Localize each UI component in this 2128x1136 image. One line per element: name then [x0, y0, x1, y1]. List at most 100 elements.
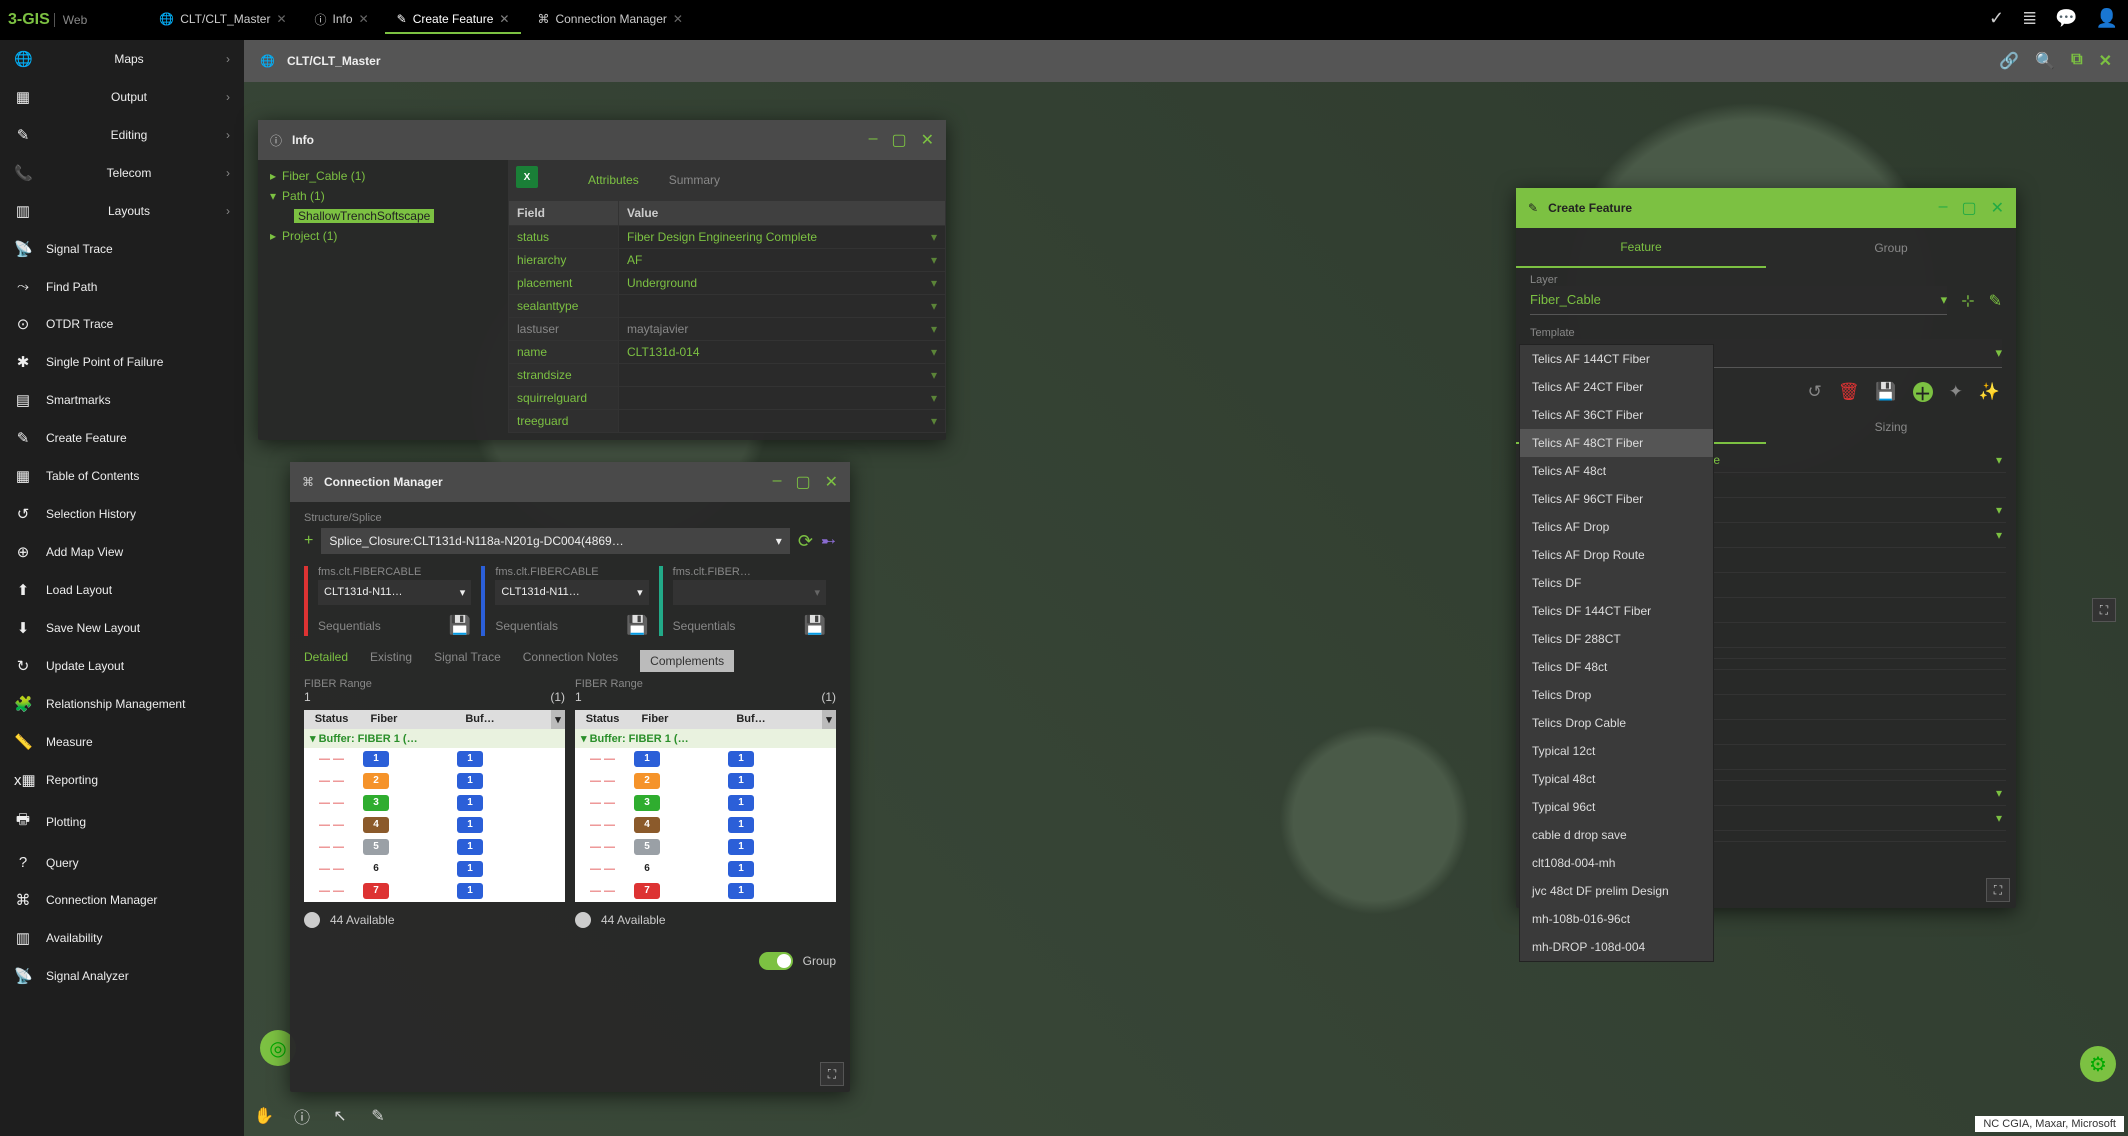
sidebar-item[interactable]: ↻Update Layout — [0, 647, 244, 685]
dropdown-option[interactable]: Typical 12ct — [1520, 737, 1713, 765]
info-tool-icon[interactable]: ⓘ — [288, 1102, 316, 1130]
maximize-button[interactable]: ▢ — [795, 472, 810, 492]
close-icon[interactable]: ✕ — [673, 12, 683, 26]
save-icon[interactable]: 💾 — [626, 615, 648, 636]
minimize-button[interactable]: – — [1939, 198, 1948, 218]
route-button[interactable]: ➸ — [821, 531, 836, 552]
sidebar-item[interactable]: ▥Availability — [0, 919, 244, 957]
fiber-row[interactable]: — — 5 1 — [304, 836, 565, 858]
save-icon[interactable]: 💾 — [449, 615, 471, 636]
sidebar-item[interactable]: ✎Editing› — [0, 116, 244, 154]
fab-settings[interactable]: ⚙ — [2080, 1046, 2116, 1082]
fiber-range-from-a[interactable]: 1 — [304, 690, 311, 704]
dropdown-option[interactable]: cable d drop save — [1520, 821, 1713, 849]
fiber-row[interactable]: — — 1 1 — [304, 748, 565, 770]
doc-tab[interactable]: ⌘Connection Manager✕ — [525, 6, 694, 34]
dropdown-option[interactable]: mh-108b-016-96ct — [1520, 905, 1713, 933]
close-button[interactable]: ✕ — [921, 130, 934, 150]
sidebar-item[interactable]: ✎Create Feature — [0, 419, 244, 457]
dropdown-option[interactable]: Typical 96ct — [1520, 793, 1713, 821]
dropdown-option[interactable]: Telics Drop Cable — [1520, 709, 1713, 737]
sidebar-item[interactable]: ⬆Load Layout — [0, 571, 244, 609]
dropdown-option[interactable]: Telics DF 144CT Fiber — [1520, 597, 1713, 625]
dropdown-option[interactable]: Telics AF Drop Route — [1520, 541, 1713, 569]
doc-tab[interactable]: 🌐CLT/CLT_Master✕ — [147, 6, 298, 34]
sidebar-item[interactable]: 📡Signal Analyzer — [0, 957, 244, 995]
sidebar-item[interactable]: 📏Measure — [0, 723, 244, 761]
sidebar-item[interactable]: 📞Telecom› — [0, 154, 244, 192]
map-canvas[interactable]: NC CGIA, Maxar, Microsoft ◎ ⚙ ⛶ ✋ ⓘ ↖ ✎ … — [244, 82, 2128, 1136]
cm-tab[interactable]: Signal Trace — [434, 650, 501, 672]
cm-tab[interactable]: Detailed — [304, 650, 348, 672]
cable-select[interactable]: CLT131d-N11…▾ — [318, 580, 471, 605]
sequentials-label[interactable]: Sequentials — [673, 619, 736, 633]
tab-group[interactable]: Group — [1766, 228, 2016, 268]
col-value[interactable]: Value — [619, 201, 946, 226]
attr-value[interactable]: ▾ — [619, 387, 946, 410]
cm-tab[interactable]: Existing — [370, 650, 412, 672]
close-icon[interactable]: ✕ — [499, 12, 509, 26]
splice-select[interactable]: Splice_Closure:CLT131d-N118a-N201g-DC004… — [321, 528, 789, 554]
attr-value[interactable]: Underground▾ — [619, 272, 946, 295]
titlebar-action-icon[interactable]: 💬 — [2055, 8, 2077, 29]
fiber-row[interactable]: — — 2 1 — [304, 770, 565, 792]
minimize-button[interactable]: – — [773, 472, 782, 492]
close-button[interactable]: ✕ — [1991, 198, 2004, 218]
attr-value[interactable]: ▾ — [619, 364, 946, 387]
sidebar-item[interactable]: ▤Smartmarks — [0, 381, 244, 419]
sidebar-item[interactable]: 📡Signal Trace — [0, 230, 244, 268]
titlebar-action-icon[interactable]: ≣ — [2022, 8, 2037, 29]
fiber-row[interactable]: — — 6 1 — [304, 858, 565, 880]
template-dropdown[interactable]: Telics AF 144CT FiberTelics AF 24CT Fibe… — [1519, 344, 1714, 962]
sequentials-label[interactable]: Sequentials — [495, 619, 558, 633]
breadcrumb-action-icon[interactable]: ✕ — [2099, 51, 2112, 71]
delete-button[interactable]: 🗑 — [1838, 382, 1860, 402]
tree-node[interactable]: ShallowTrenchSoftscape — [270, 206, 496, 226]
select-tool-icon[interactable]: ↖ — [326, 1102, 354, 1130]
dropdown-option[interactable]: Telics AF 48CT Fiber — [1520, 429, 1713, 457]
fiber-row[interactable]: — — 4 1 — [304, 814, 565, 836]
attr-value[interactable]: ▾ — [619, 410, 946, 433]
sidebar-item[interactable]: ?Query — [0, 844, 244, 881]
maximize-button[interactable]: ▢ — [891, 130, 906, 150]
attr-value[interactable]: Fiber Design Engineering Complete▾ — [619, 226, 946, 249]
attr-value[interactable]: maytajavier▾ — [619, 318, 946, 341]
close-button[interactable]: ✕ — [825, 472, 838, 492]
close-icon[interactable]: ✕ — [359, 12, 369, 26]
dropdown-option[interactable]: jvc 48ct DF prelim Design — [1520, 877, 1713, 905]
edit-tool-icon[interactable]: ✎ — [364, 1102, 392, 1130]
dropdown-option[interactable]: Telics AF Drop — [1520, 513, 1713, 541]
sidebar-item[interactable]: 🖶Plotting — [0, 799, 244, 844]
avail-toggle-b[interactable] — [575, 912, 591, 928]
cm-tab[interactable]: Connection Notes — [523, 650, 618, 672]
cable-select[interactable]: CLT131d-N11…▾ — [495, 580, 648, 605]
fiber-row[interactable]: — — 3 1 — [575, 792, 836, 814]
tab-attributes[interactable]: Attributes — [588, 173, 639, 187]
cf-panel-header[interactable]: ✎ Create Feature –▢✕ — [1516, 188, 2016, 228]
magic-button[interactable]: ✨ — [1979, 382, 2000, 402]
dropdown-option[interactable]: Telics AF 36CT Fiber — [1520, 401, 1713, 429]
link-button[interactable]: ✦ — [1949, 382, 1963, 402]
sidebar-item[interactable]: x▦Reporting — [0, 761, 244, 799]
breadcrumb-action-icon[interactable]: 🔗 — [1999, 51, 2019, 71]
dropdown-option[interactable]: Telics Drop — [1520, 681, 1713, 709]
expand-button[interactable]: ⛶ — [2092, 598, 2116, 622]
titlebar-action-icon[interactable]: 👤 — [2096, 8, 2118, 29]
add-button[interactable]: ＋ — [1913, 382, 1933, 402]
cm-tab[interactable]: Complements — [640, 650, 734, 672]
close-icon[interactable]: ✕ — [276, 12, 286, 26]
tab-feature[interactable]: Feature — [1516, 228, 1766, 268]
sidebar-item[interactable]: ▦Table of Contents — [0, 457, 244, 495]
export-excel-button[interactable]: X — [516, 166, 538, 188]
cm-expand-button[interactable]: ⛶ — [820, 1062, 844, 1086]
fiber-row[interactable]: — — 5 1 — [575, 836, 836, 858]
col-field[interactable]: Field — [509, 201, 619, 226]
maximize-button[interactable]: ▢ — [1961, 198, 1976, 218]
dropdown-option[interactable]: Telics AF 144CT Fiber — [1520, 345, 1713, 373]
dropdown-option[interactable]: Telics AF 24CT Fiber — [1520, 373, 1713, 401]
save-icon[interactable]: 💾 — [804, 615, 826, 636]
fiber-row[interactable]: — — 4 1 — [575, 814, 836, 836]
cable-select[interactable]: ▾ — [673, 580, 826, 605]
pan-tool-icon[interactable]: ✋ — [250, 1102, 278, 1130]
add-splice-button[interactable]: + — [304, 532, 313, 550]
